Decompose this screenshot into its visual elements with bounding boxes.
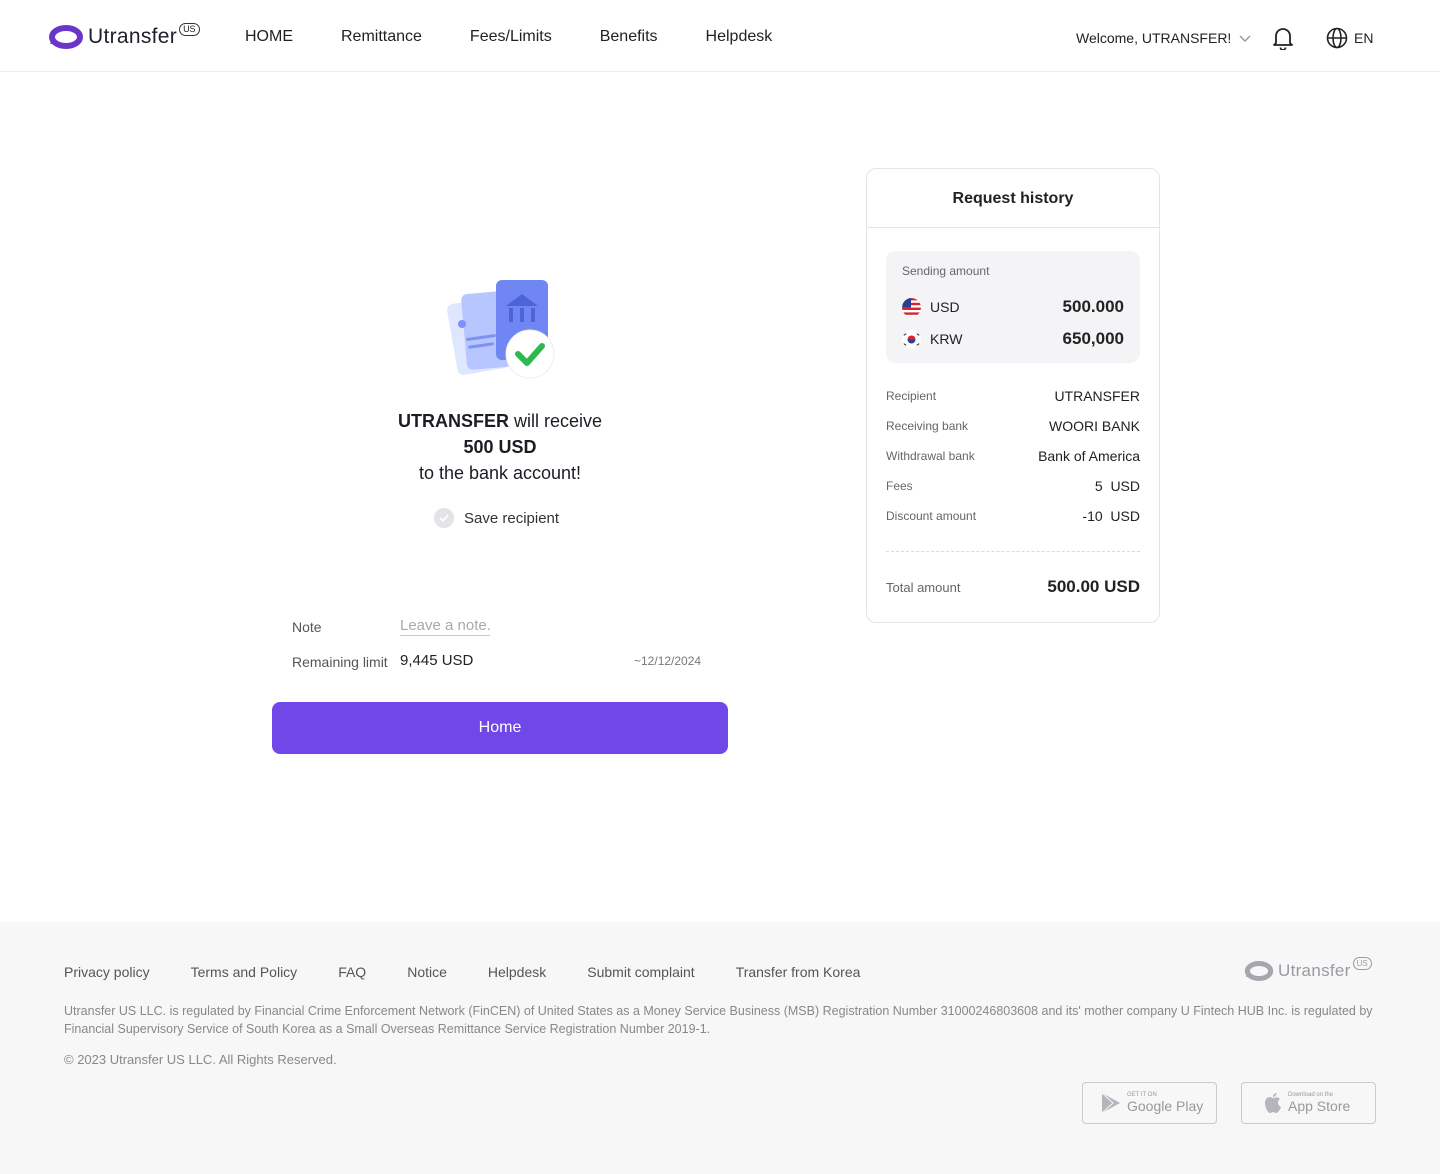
detail-label: Recipient — [886, 389, 937, 403]
currency-row-usd: USD 500.000 — [902, 297, 1124, 317]
apple-icon — [1265, 1093, 1281, 1113]
chevron-down-icon — [1239, 35, 1251, 42]
currency-code: USD — [930, 299, 960, 315]
footer: Privacy policy Terms and Policy FAQ Noti… — [0, 922, 1440, 1174]
footer-links: Privacy policy Terms and Policy FAQ Noti… — [64, 964, 901, 980]
currency-amount: 500.000 — [1062, 297, 1124, 316]
detail-label: Withdrawal bank — [886, 449, 975, 463]
google-play-button[interactable]: GET IT ON Google Play — [1082, 1082, 1217, 1124]
us-flag-icon — [902, 297, 921, 317]
bank-account-text: to the bank account! — [418, 463, 582, 483]
remaining-limit-value: 9,445 USD — [400, 652, 474, 669]
footer-logo: Utransfer US — [1244, 956, 1372, 982]
footer-link-complaint[interactable]: Submit complaint — [587, 964, 694, 980]
note-label: Note — [292, 619, 322, 635]
footer-link-helpdesk[interactable]: Helpdesk — [488, 964, 546, 980]
detail-value: -10 USD — [1082, 508, 1140, 524]
nav-helpdesk[interactable]: Helpdesk — [706, 28, 773, 46]
logo-text: Utransfer — [88, 25, 178, 48]
main-nav: HOME Remittance Fees/Limits Benefits Hel… — [245, 28, 820, 46]
detail-value: Bank of America — [1038, 448, 1140, 464]
detail-value: WOORI BANK — [1048, 418, 1140, 434]
currency-code: KRW — [930, 331, 963, 347]
received-amount: 500 USD — [463, 437, 537, 457]
save-recipient-checkbox[interactable]: Save recipient — [434, 508, 559, 528]
detail-row-recipient: Recipient UTRANSFER — [886, 388, 1140, 404]
app-store-text: App Store — [1288, 1098, 1351, 1114]
footer-logo-text: Utransfer — [1278, 961, 1351, 980]
legal-notice: Utransfer US LLC. is regulated by Financ… — [64, 1004, 1373, 1036]
copyright: © 2023 Utransfer US LLC. All Rights Rese… — [64, 1052, 337, 1067]
currency-row-krw: KRW 650,000 — [902, 329, 1124, 349]
total-amount-row: Total amount 500.00 USD — [886, 577, 1140, 597]
logo-icon — [1244, 961, 1274, 981]
sending-amount-label: Sending amount — [902, 264, 990, 278]
nav-fees-limits[interactable]: Fees/Limits — [470, 28, 552, 46]
total-amount-label: Total amount — [886, 579, 961, 595]
footer-link-notice[interactable]: Notice — [407, 964, 447, 980]
nav-remittance[interactable]: Remittance — [341, 28, 422, 46]
total-amount-value: 500.00 USD — [1047, 577, 1140, 596]
divider — [886, 551, 1140, 552]
google-play-text: Google Play — [1127, 1098, 1204, 1114]
transfer-complete-illustration — [447, 280, 555, 379]
bell-icon[interactable] — [1272, 26, 1294, 50]
top-header: Utransfer US HOME Remittance Fees/Limits… — [0, 0, 1440, 72]
footer-link-transfer-korea[interactable]: Transfer from Korea — [736, 964, 861, 980]
welcome-text: Welcome, UTRANSFER! — [1076, 30, 1232, 46]
footer-link-terms[interactable]: Terms and Policy — [191, 964, 298, 980]
footer-link-privacy[interactable]: Privacy policy — [64, 964, 150, 980]
detail-row-withdrawal-bank: Withdrawal bank Bank of America — [886, 448, 1140, 464]
nav-benefits[interactable]: Benefits — [600, 28, 658, 46]
google-play-icon — [1101, 1092, 1120, 1114]
logo-icon — [49, 25, 83, 49]
remaining-limit-label: Remaining limit — [292, 654, 388, 670]
user-menu[interactable]: Welcome, UTRANSFER! — [1076, 30, 1251, 46]
remaining-limit-date: ~12/12/2024 — [634, 654, 702, 668]
currency-amount: 650,000 — [1062, 329, 1124, 348]
home-button[interactable]: Home — [272, 702, 728, 754]
language-selector[interactable]: EN — [1326, 27, 1373, 49]
detail-row-fees: Fees 5 USD — [886, 478, 1140, 494]
sending-amount-box: Sending amount USD 500.000 KRW 650,000 — [886, 251, 1140, 363]
logo[interactable]: Utransfer US — [48, 22, 200, 50]
footer-logo-badge: US — [1352, 956, 1372, 970]
globe-icon — [1326, 27, 1348, 49]
receive-text: will receive — [508, 411, 603, 431]
detail-value: UTRANSFER — [1054, 388, 1140, 404]
detail-label: Fees — [886, 479, 913, 493]
transfer-result-message: UTRANSFER will receive 500 USD to the ba… — [300, 408, 700, 486]
language-code: EN — [1354, 30, 1374, 46]
check-icon — [434, 508, 454, 528]
detail-row-discount: Discount amount -10 USD — [886, 508, 1140, 524]
save-recipient-label: Save recipient — [464, 509, 560, 527]
kr-flag-icon — [902, 329, 921, 349]
detail-label: Receiving bank — [886, 419, 969, 433]
detail-row-receiving-bank: Receiving bank WOORI BANK — [886, 418, 1140, 434]
recipient-name: UTRANSFER — [397, 411, 509, 431]
footer-link-faq[interactable]: FAQ — [338, 964, 366, 980]
detail-value: 5 USD — [1094, 478, 1140, 494]
nav-home[interactable]: HOME — [245, 28, 293, 46]
note-input[interactable] — [400, 617, 490, 636]
app-store-button[interactable]: Download on the App Store — [1241, 1082, 1376, 1124]
request-history-title: Request history — [866, 168, 1160, 228]
detail-label: Discount amount — [886, 509, 977, 523]
logo-badge: US — [179, 22, 200, 36]
